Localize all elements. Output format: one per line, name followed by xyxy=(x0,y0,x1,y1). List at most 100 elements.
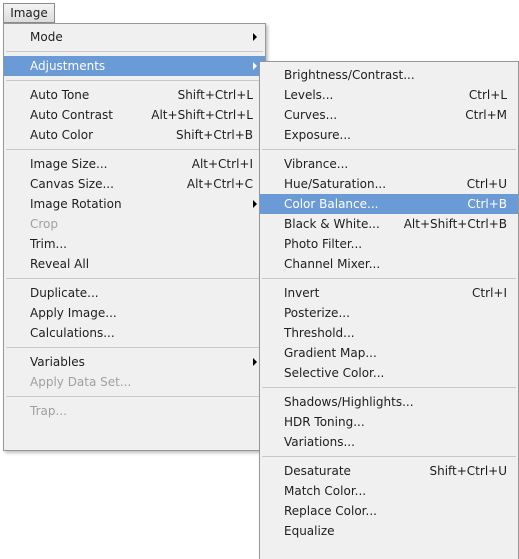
menu-item-label: Posterize... xyxy=(284,306,350,320)
menu-item-label: Variations... xyxy=(284,435,355,449)
menu-item-label: Image Size... xyxy=(30,157,108,171)
menu-item-image-size[interactable]: Image Size... Alt+Ctrl+I xyxy=(4,154,265,174)
submenu-item-levels[interactable]: Levels... Ctrl+L xyxy=(260,85,518,105)
menu-item-label: Image Rotation xyxy=(30,197,122,211)
image-menu-title[interactable]: Image xyxy=(3,3,55,23)
menu-item-auto-color[interactable]: Auto Color Shift+Ctrl+B xyxy=(4,125,265,145)
submenu-item-replace-color[interactable]: Replace Color... xyxy=(260,501,518,521)
menu-item-shortcut: Ctrl+L xyxy=(468,88,507,102)
submenu-item-exposure[interactable]: Exposure... xyxy=(260,125,518,145)
menu-item-adjustments[interactable]: Adjustments xyxy=(4,56,265,76)
submenu-item-shadows-highlights[interactable]: Shadows/Highlights... xyxy=(260,392,518,412)
menu-separator xyxy=(6,396,263,397)
menu-item-shortcut: Alt+Ctrl+I xyxy=(191,157,253,171)
submenu-item-color-balance[interactable]: Color Balance... Ctrl+B xyxy=(260,194,518,214)
menu-item-canvas-size[interactable]: Canvas Size... Alt+Ctrl+C xyxy=(4,174,265,194)
menu-item-label: Selective Color... xyxy=(284,366,385,380)
menu-item-trim[interactable]: Trim... xyxy=(4,234,265,254)
menu-separator xyxy=(262,456,516,457)
menu-item-label: Canvas Size... xyxy=(30,177,114,191)
submenu-item-hue-saturation[interactable]: Hue/Saturation... Ctrl+U xyxy=(260,174,518,194)
menu-item-label: Auto Contrast xyxy=(30,108,113,122)
submenu-item-variations[interactable]: Variations... xyxy=(260,432,518,452)
menu-item-label: Trap... xyxy=(30,404,67,418)
menu-item-crop: Crop xyxy=(4,214,265,234)
menu-item-label: Apply Data Set... xyxy=(30,375,132,389)
menu-item-label: HDR Toning... xyxy=(284,415,365,429)
submenu-item-hdr-toning[interactable]: HDR Toning... xyxy=(260,412,518,432)
submenu-item-curves[interactable]: Curves... Ctrl+M xyxy=(260,105,518,125)
submenu-item-match-color[interactable]: Match Color... xyxy=(260,481,518,501)
menu-item-shortcut: Ctrl+B xyxy=(467,197,507,211)
menu-item-label: Calculations... xyxy=(30,326,115,340)
submenu-item-vibrance[interactable]: Vibrance... xyxy=(260,154,518,174)
image-menu: Mode Adjustments Auto Tone Shift+Ctrl+L … xyxy=(3,23,266,451)
menu-item-label: Duplicate... xyxy=(30,286,99,300)
menu-item-label: Color Balance... xyxy=(284,197,379,211)
menu-item-label: Exposure... xyxy=(284,128,351,142)
menu-item-label: Apply Image... xyxy=(30,306,117,320)
submenu-item-posterize[interactable]: Posterize... xyxy=(260,303,518,323)
submenu-item-channel-mixer[interactable]: Channel Mixer... xyxy=(260,254,518,274)
submenu-arrow-icon xyxy=(253,200,257,208)
menu-item-shortcut: Shift+Ctrl+L xyxy=(177,88,253,102)
menu-item-shortcut: Alt+Shift+Ctrl+L xyxy=(151,108,253,122)
menu-item-label: Gradient Map... xyxy=(284,346,377,360)
menu-item-shortcut: Ctrl+U xyxy=(466,177,507,191)
submenu-item-black-white[interactable]: Black & White... Alt+Shift+Ctrl+B xyxy=(260,214,518,234)
menu-separator xyxy=(6,80,263,81)
menu-item-image-rotation[interactable]: Image Rotation xyxy=(4,194,265,214)
menu-item-auto-tone[interactable]: Auto Tone Shift+Ctrl+L xyxy=(4,85,265,105)
menu-item-label: Photo Filter... xyxy=(284,237,363,251)
menu-item-label: Trim... xyxy=(30,237,67,251)
menu-item-label: Match Color... xyxy=(284,484,367,498)
menu-item-label: Threshold... xyxy=(284,326,355,340)
menu-item-label: Shadows/Highlights... xyxy=(284,395,414,409)
menu-item-shortcut: Alt+Ctrl+C xyxy=(186,177,253,191)
submenu-item-brightness-contrast[interactable]: Brightness/Contrast... xyxy=(260,65,518,85)
menu-item-label: Levels... xyxy=(284,88,334,102)
menu-separator xyxy=(262,149,516,150)
menu-item-shortcut: Shift+Ctrl+B xyxy=(176,128,253,142)
menu-item-shortcut: Shift+Ctrl+U xyxy=(429,464,507,478)
menu-item-trap: Trap... xyxy=(4,401,265,421)
menu-item-label: Crop xyxy=(30,217,59,231)
menu-item-label: Auto Tone xyxy=(30,88,90,102)
submenu-arrow-icon xyxy=(253,358,257,366)
menu-item-shortcut: Ctrl+I xyxy=(472,286,507,300)
menu-item-label: Black & White... xyxy=(284,217,380,231)
menu-item-label: Brightness/Contrast... xyxy=(284,68,415,82)
menu-item-reveal-all[interactable]: Reveal All xyxy=(4,254,265,274)
submenu-item-equalize[interactable]: Equalize xyxy=(260,521,518,541)
menu-item-shortcut: Ctrl+M xyxy=(465,108,507,122)
menu-item-apply-image[interactable]: Apply Image... xyxy=(4,303,265,323)
menu-item-variables[interactable]: Variables xyxy=(4,352,265,372)
submenu-item-gradient-map[interactable]: Gradient Map... xyxy=(260,343,518,363)
menu-item-mode[interactable]: Mode xyxy=(4,27,265,47)
submenu-item-desaturate[interactable]: Desaturate Shift+Ctrl+U xyxy=(260,461,518,481)
menu-item-auto-contrast[interactable]: Auto Contrast Alt+Shift+Ctrl+L xyxy=(4,105,265,125)
menu-item-label: Curves... xyxy=(284,108,338,122)
menu-item-label: Reveal All xyxy=(30,257,90,271)
menu-separator xyxy=(6,149,263,150)
menu-separator xyxy=(6,278,263,279)
menu-item-label: Vibrance... xyxy=(284,157,349,171)
menu-item-label: Mode xyxy=(30,30,63,44)
submenu-arrow-icon xyxy=(253,33,257,41)
menu-separator xyxy=(6,347,263,348)
submenu-item-selective-color[interactable]: Selective Color... xyxy=(260,363,518,383)
menu-separator xyxy=(262,278,516,279)
menu-item-calculations[interactable]: Calculations... xyxy=(4,323,265,343)
menu-item-apply-data-set: Apply Data Set... xyxy=(4,372,265,392)
menu-item-label: Auto Color xyxy=(30,128,94,142)
submenu-item-invert[interactable]: Invert Ctrl+I xyxy=(260,283,518,303)
menu-item-duplicate[interactable]: Duplicate... xyxy=(4,283,265,303)
submenu-item-threshold[interactable]: Threshold... xyxy=(260,323,518,343)
submenu-item-photo-filter[interactable]: Photo Filter... xyxy=(260,234,518,254)
menu-item-label: Adjustments xyxy=(30,59,106,73)
menu-item-label: Variables xyxy=(30,355,85,369)
submenu-arrow-icon xyxy=(253,62,257,70)
menu-separator xyxy=(6,51,263,52)
menu-item-label: Desaturate xyxy=(284,464,351,478)
menu-item-shortcut: Alt+Shift+Ctrl+B xyxy=(403,217,507,231)
